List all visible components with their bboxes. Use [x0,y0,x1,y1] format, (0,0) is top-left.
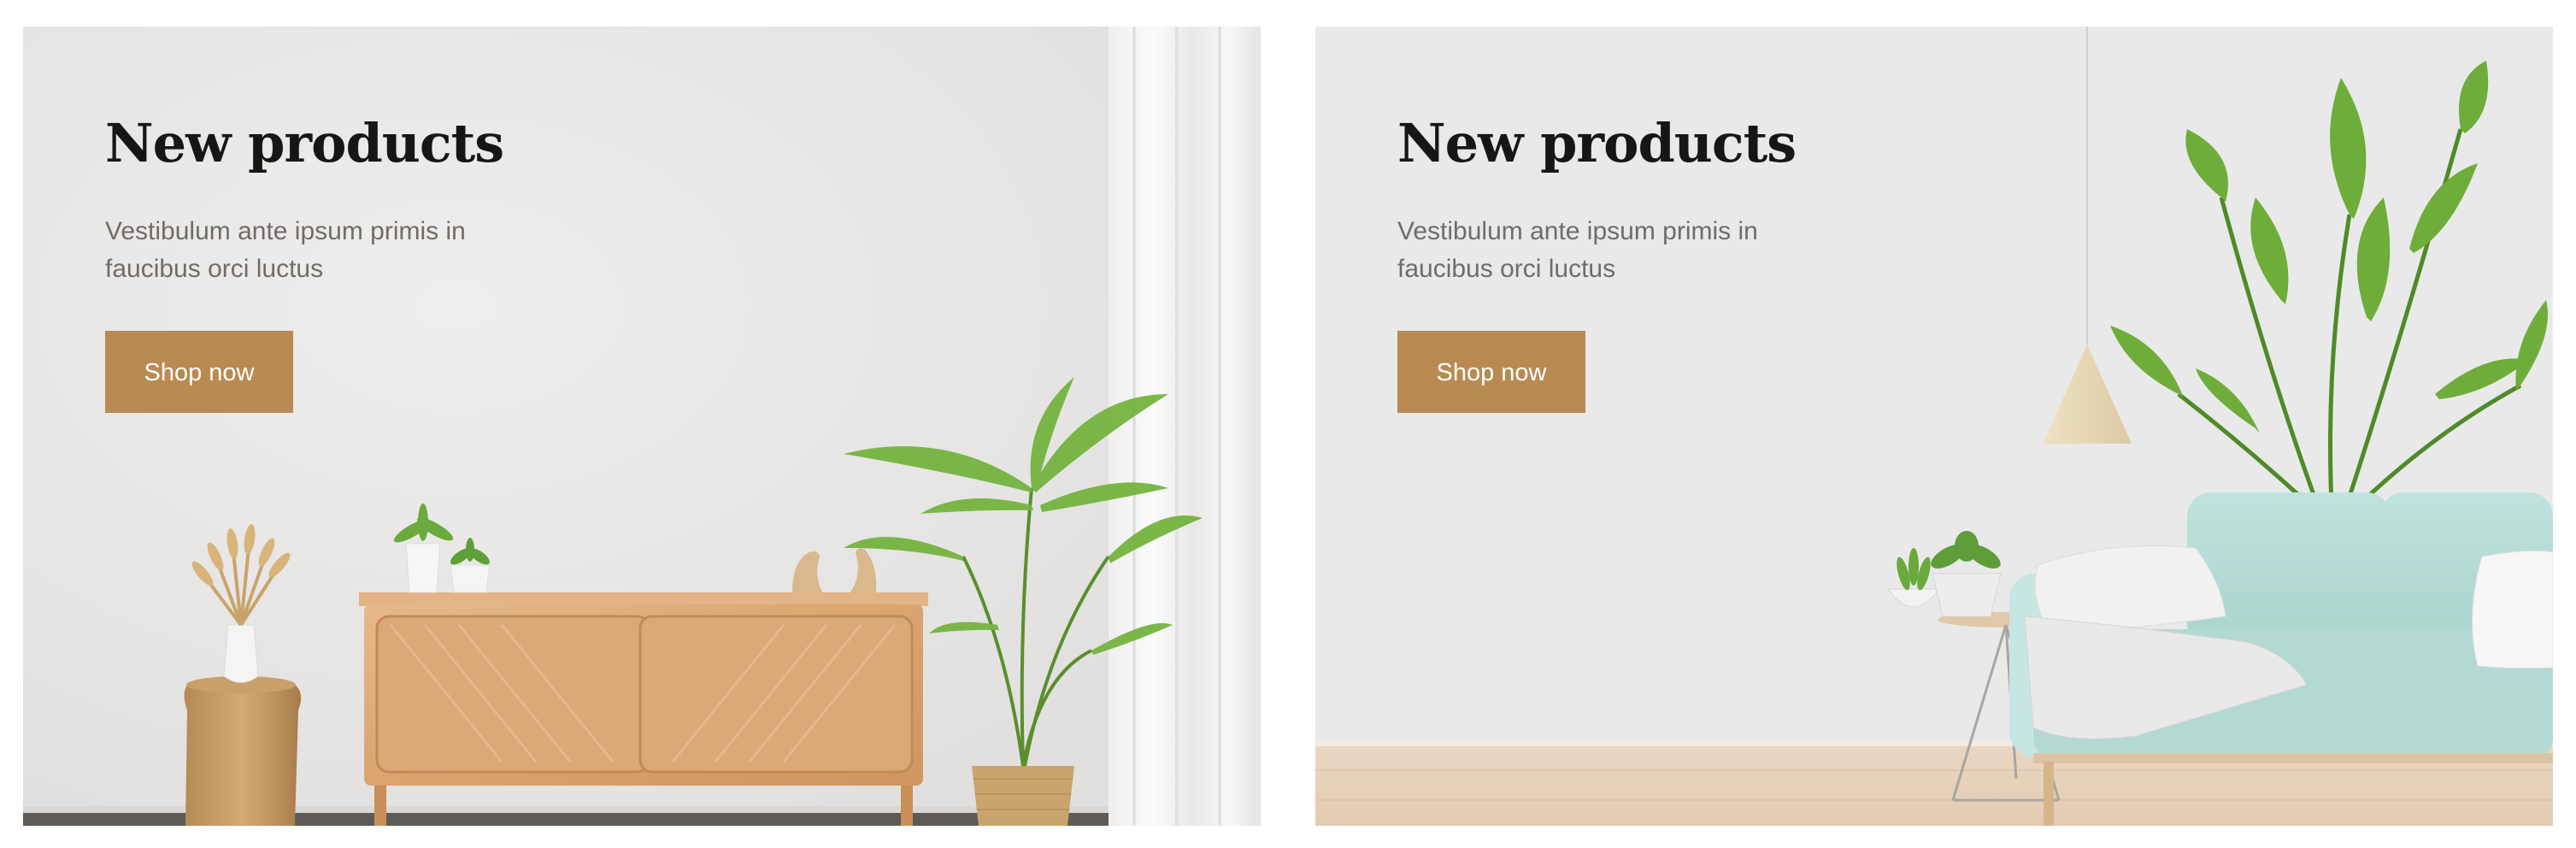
banner-content: New products Vestibulum ante ipsum primi… [1397,112,1842,414]
banner-grid: New products Vestibulum ante ipsum primi… [0,0,2576,848]
banner-description: Vestibulum ante ipsum primis in faucibus… [1397,217,1758,284]
banner-title: New products [1397,112,1797,174]
banner-description: Vestibulum ante ipsum primis in faucibus… [105,217,466,284]
banner-title: New products [105,112,504,174]
shop-now-button[interactable]: Shop now [105,331,293,414]
shop-now-button[interactable]: Shop now [1397,331,1585,414]
promo-banner-right: New products Vestibulum ante ipsum primi… [1315,26,2553,826]
banner-content: New products Vestibulum ante ipsum primi… [105,112,550,414]
promo-banner-left: New products Vestibulum ante ipsum primi… [23,26,1261,826]
